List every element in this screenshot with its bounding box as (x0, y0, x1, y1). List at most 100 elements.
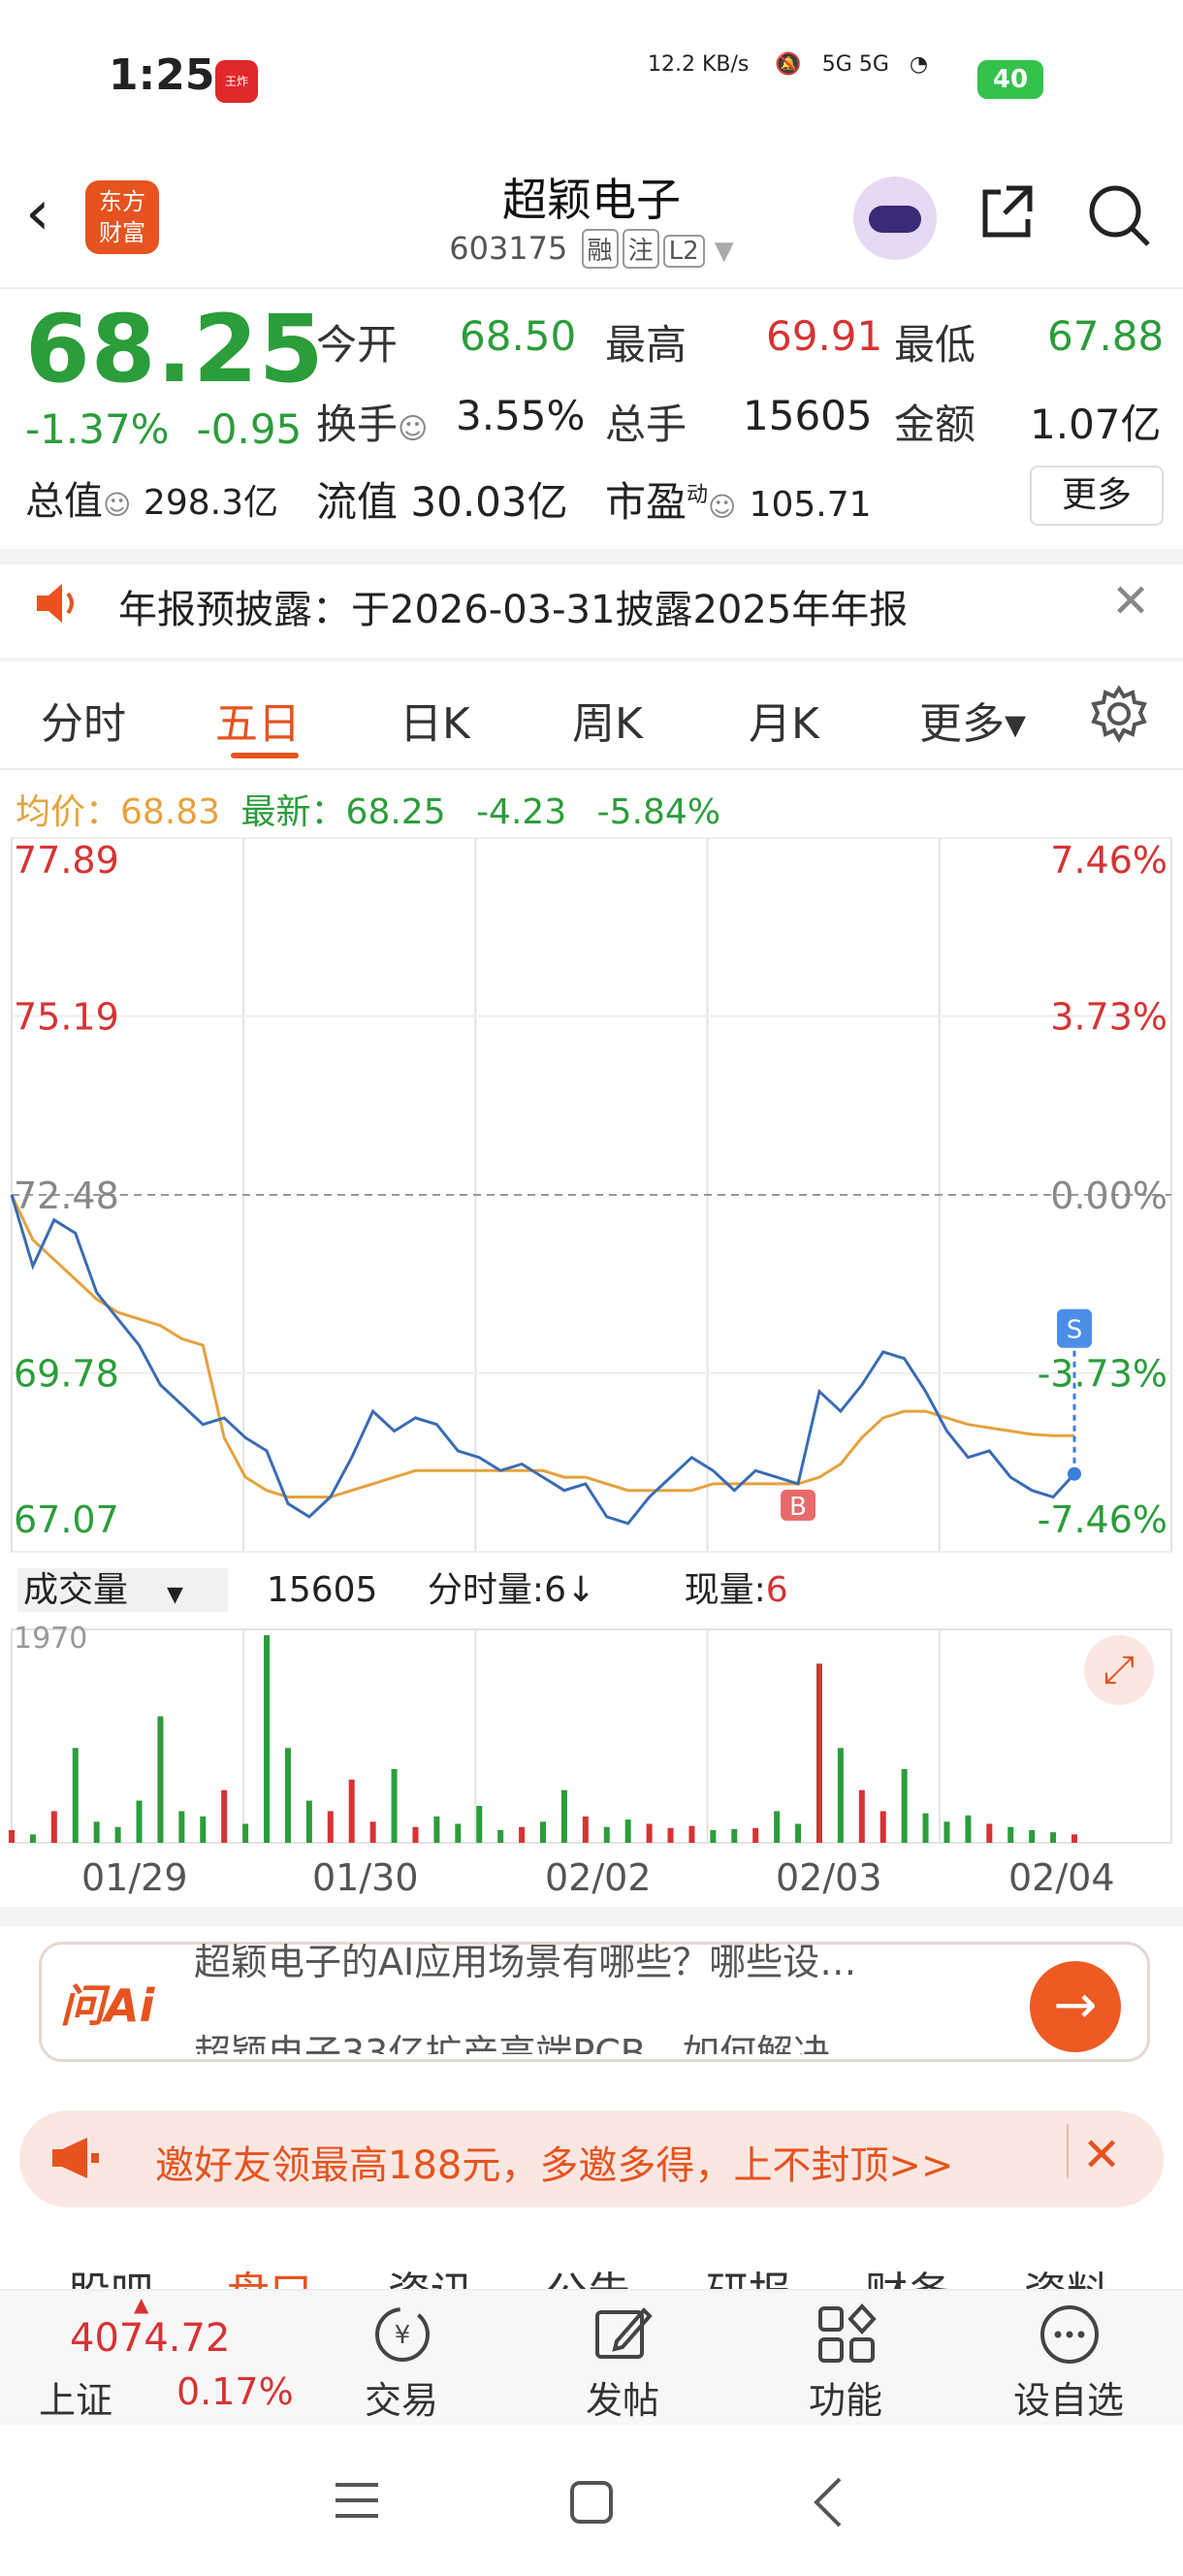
volume-bar (901, 1768, 908, 1843)
volume-bar (391, 1768, 398, 1843)
volume-bar (1071, 1834, 1077, 1843)
volume-bar (624, 1819, 631, 1843)
five-day-chart[interactable]: 77.89 7.46% 75.19 3.73% 72.48 0.00% 69.78 -3.73… (0, 834, 1183, 1911)
settings-gear-icon[interactable] (1090, 685, 1148, 743)
y-label-right: 0.00% (1050, 1175, 1167, 1217)
divider (0, 287, 1183, 289)
volume-bar (9, 1829, 15, 1843)
volume-bar (412, 1826, 419, 1843)
tag-rong: 融 (581, 229, 619, 269)
volume-bar (433, 1816, 440, 1843)
volume-bar (114, 1826, 121, 1843)
tab-wuri[interactable]: 五日 (215, 689, 301, 751)
home-icon[interactable] (568, 2479, 615, 2526)
volume-value: 15605 (743, 392, 873, 439)
volume-bar (731, 1828, 738, 1843)
post-label[interactable]: 发帖 (545, 2370, 700, 2424)
back-nav-icon[interactable] (811, 2475, 846, 2529)
volume-bar (242, 1823, 249, 1843)
volume-bar (710, 1829, 717, 1843)
volume-bar (221, 1789, 228, 1843)
ai-go-button[interactable]: → (1030, 1961, 1121, 2052)
volume-bar (667, 1827, 674, 1843)
more-quote-button[interactable]: 更多 (1030, 466, 1164, 526)
volume-bar (348, 1779, 355, 1843)
volume-bar (497, 1829, 504, 1843)
last-price-dot (1068, 1466, 1081, 1481)
volume-bar (837, 1748, 844, 1843)
speaker-icon (37, 584, 74, 623)
x-label: 02/02 (545, 1856, 652, 1899)
buy-marker-label: B (789, 1493, 807, 1522)
tab-fenshi[interactable]: 分时 (41, 689, 126, 751)
add-watchlist-label[interactable]: 设自选 (991, 2370, 1146, 2424)
trade-icon[interactable]: ¥ (368, 2301, 436, 2368)
volume-bar (284, 1748, 291, 1843)
function-label[interactable]: 功能 (768, 2370, 923, 2424)
y-label-left: 69.78 (14, 1353, 119, 1396)
volume-label: 总手 (605, 401, 687, 448)
ai-suggestion[interactable]: 超颖电子33亿扩产高端PCB，如何解决… (194, 2023, 867, 2054)
volume-bar (943, 1821, 950, 1843)
chart-summary: 均价：68.83 最新：68.25 -4.23 -5.84% (16, 792, 721, 832)
divider (0, 768, 1183, 770)
megaphone-icon (52, 2138, 99, 2178)
ai-suggestion[interactable]: 超颖电子的AI应用场景有哪些？哪些设… (194, 1944, 856, 1985)
trade-label[interactable]: 交易 (324, 2370, 479, 2424)
volume-bar (200, 1816, 207, 1843)
volume-bar (72, 1748, 79, 1843)
tab-zhouk[interactable]: 周K (572, 689, 643, 751)
index-name[interactable]: 上证 (39, 2370, 112, 2424)
price-line (10, 1194, 1076, 1526)
y-label-right: -7.46% (1038, 1498, 1167, 1541)
y-label-left: 77.89 (14, 839, 119, 882)
y-label-right: 7.46% (1050, 839, 1167, 882)
function-icon[interactable] (813, 2301, 880, 2368)
volume-bar (879, 1811, 886, 1843)
post-icon[interactable] (590, 2301, 657, 2368)
volume-bar (774, 1811, 781, 1843)
share-icon[interactable] (977, 182, 1038, 242)
turnover-label: 换手☺ (316, 401, 429, 448)
tab-rik[interactable]: 日K (400, 689, 470, 751)
active-tab-indicator (231, 753, 299, 758)
promo-close-icon[interactable]: ✕ (1082, 2128, 1121, 2182)
tab-yuek[interactable]: 月K (749, 689, 819, 751)
volume-bar (455, 1823, 462, 1843)
float-cap: 流值 30.03亿 (316, 478, 568, 526)
close-icon[interactable]: ✕ (1111, 574, 1150, 628)
volume-bar (986, 1823, 993, 1843)
low-value: 67.88 (1047, 312, 1165, 360)
volume-bar (476, 1805, 483, 1843)
y-label-right: 3.73% (1050, 996, 1167, 1039)
wifi-icon: ◔ (909, 52, 929, 77)
index-value[interactable]: 4074.72 (70, 2316, 230, 2361)
tag-zhu: 注 (622, 229, 659, 269)
divider (1067, 2124, 1069, 2178)
promo-text[interactable]: 邀好友领最高188元，多邀多得，上不封顶>> (155, 2134, 953, 2190)
signal-icon: 5G 5G (821, 52, 889, 77)
current-price: 68.25 (25, 295, 325, 403)
volume-panel-frame (11, 1628, 1172, 1844)
volume-bar (646, 1823, 653, 1843)
ai-suggestions[interactable]: 超颖电子的AI应用场景有哪些？哪些设… 超颖电子33亿扩产高端PCB，如何解决… (194, 1944, 1008, 2054)
notice-text[interactable]: 年报预披露：于2026-03-31披露2025年年报 (118, 578, 908, 634)
volume-bar (93, 1821, 100, 1843)
volume-bar (752, 1827, 759, 1843)
index-change[interactable]: 0.17% (176, 2370, 294, 2413)
y-label-left: 67.07 (14, 1498, 119, 1541)
ai-assistant-icon[interactable] (853, 177, 937, 260)
volume-bar (157, 1716, 164, 1843)
mute-icon: 🔕 (775, 52, 802, 77)
y-label-right: -3.73% (1038, 1353, 1167, 1396)
volume-bar (369, 1821, 376, 1843)
low-label: 最低 (894, 321, 976, 369)
volume-bar (795, 1823, 802, 1843)
menu-icon[interactable] (334, 2479, 380, 2522)
up-arrow-icon: ▲ (134, 2293, 149, 2316)
tab-more[interactable]: 更多▾ (919, 689, 1026, 751)
volume-selector[interactable]: 成交量 ▼ (17, 1568, 228, 1612)
add-watchlist-icon[interactable] (1036, 2301, 1103, 2368)
search-icon[interactable] (1086, 182, 1152, 248)
expand-icon[interactable]: ⤢ (1084, 1635, 1154, 1705)
